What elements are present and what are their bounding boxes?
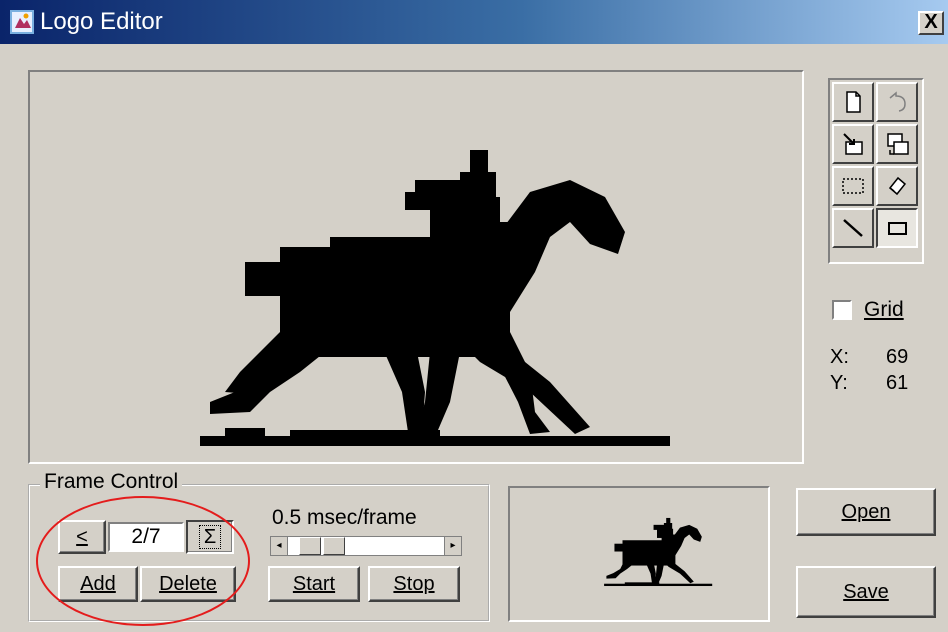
undo-icon[interactable] (876, 82, 918, 122)
x-coord-label: X: (830, 346, 849, 368)
close-icon[interactable]: X (918, 11, 944, 35)
stop-button[interactable]: Stop (368, 566, 460, 602)
add-frame-button[interactable]: Add (58, 566, 138, 602)
preview-thumbnail (604, 517, 713, 587)
speed-label: 0.5 msec/frame (272, 506, 417, 529)
logo-editor-icon[interactable] (10, 10, 34, 34)
slider-thumb[interactable] (299, 537, 321, 555)
slider-left-arrow[interactable]: ◂ (271, 537, 288, 555)
save-button[interactable]: Save (796, 566, 936, 618)
slider-right-arrow[interactable]: ▸ (444, 537, 461, 555)
frame-number-field[interactable]: 2/7 (108, 522, 184, 552)
start-button[interactable]: Start (268, 566, 360, 602)
title-bar[interactable]: Logo Editor X (0, 0, 948, 44)
rectangle-icon[interactable] (876, 208, 918, 248)
delete-frame-button[interactable]: Delete (140, 566, 236, 602)
y-coord-value: 61 (886, 372, 909, 394)
select-rectangle-icon[interactable] (832, 166, 874, 206)
eraser-icon[interactable] (876, 166, 918, 206)
new-file-icon[interactable] (832, 82, 874, 122)
slider-thumb-secondary[interactable] (323, 537, 345, 555)
grid-label: Grid (864, 298, 904, 321)
grid-checkbox[interactable] (832, 300, 852, 320)
toolbox (828, 78, 924, 264)
export-icon[interactable] (876, 124, 918, 164)
x-coord-value: 69 (886, 346, 909, 368)
loop-toggle-button[interactable]: Σ (186, 520, 234, 554)
frame-preview (508, 486, 770, 622)
y-coord-label: Y: (830, 372, 848, 394)
speed-slider[interactable]: ◂ ▸ (270, 536, 462, 556)
line-icon[interactable] (832, 208, 874, 248)
window-title: Logo Editor (40, 8, 163, 35)
prev-frame-button[interactable]: < (58, 520, 106, 554)
horse-rider-logo (200, 150, 670, 446)
drawing-canvas[interactable] (28, 70, 804, 464)
frame-control-label: Frame Control (40, 470, 183, 494)
open-button[interactable]: Open (796, 488, 936, 536)
import-icon[interactable] (832, 124, 874, 164)
